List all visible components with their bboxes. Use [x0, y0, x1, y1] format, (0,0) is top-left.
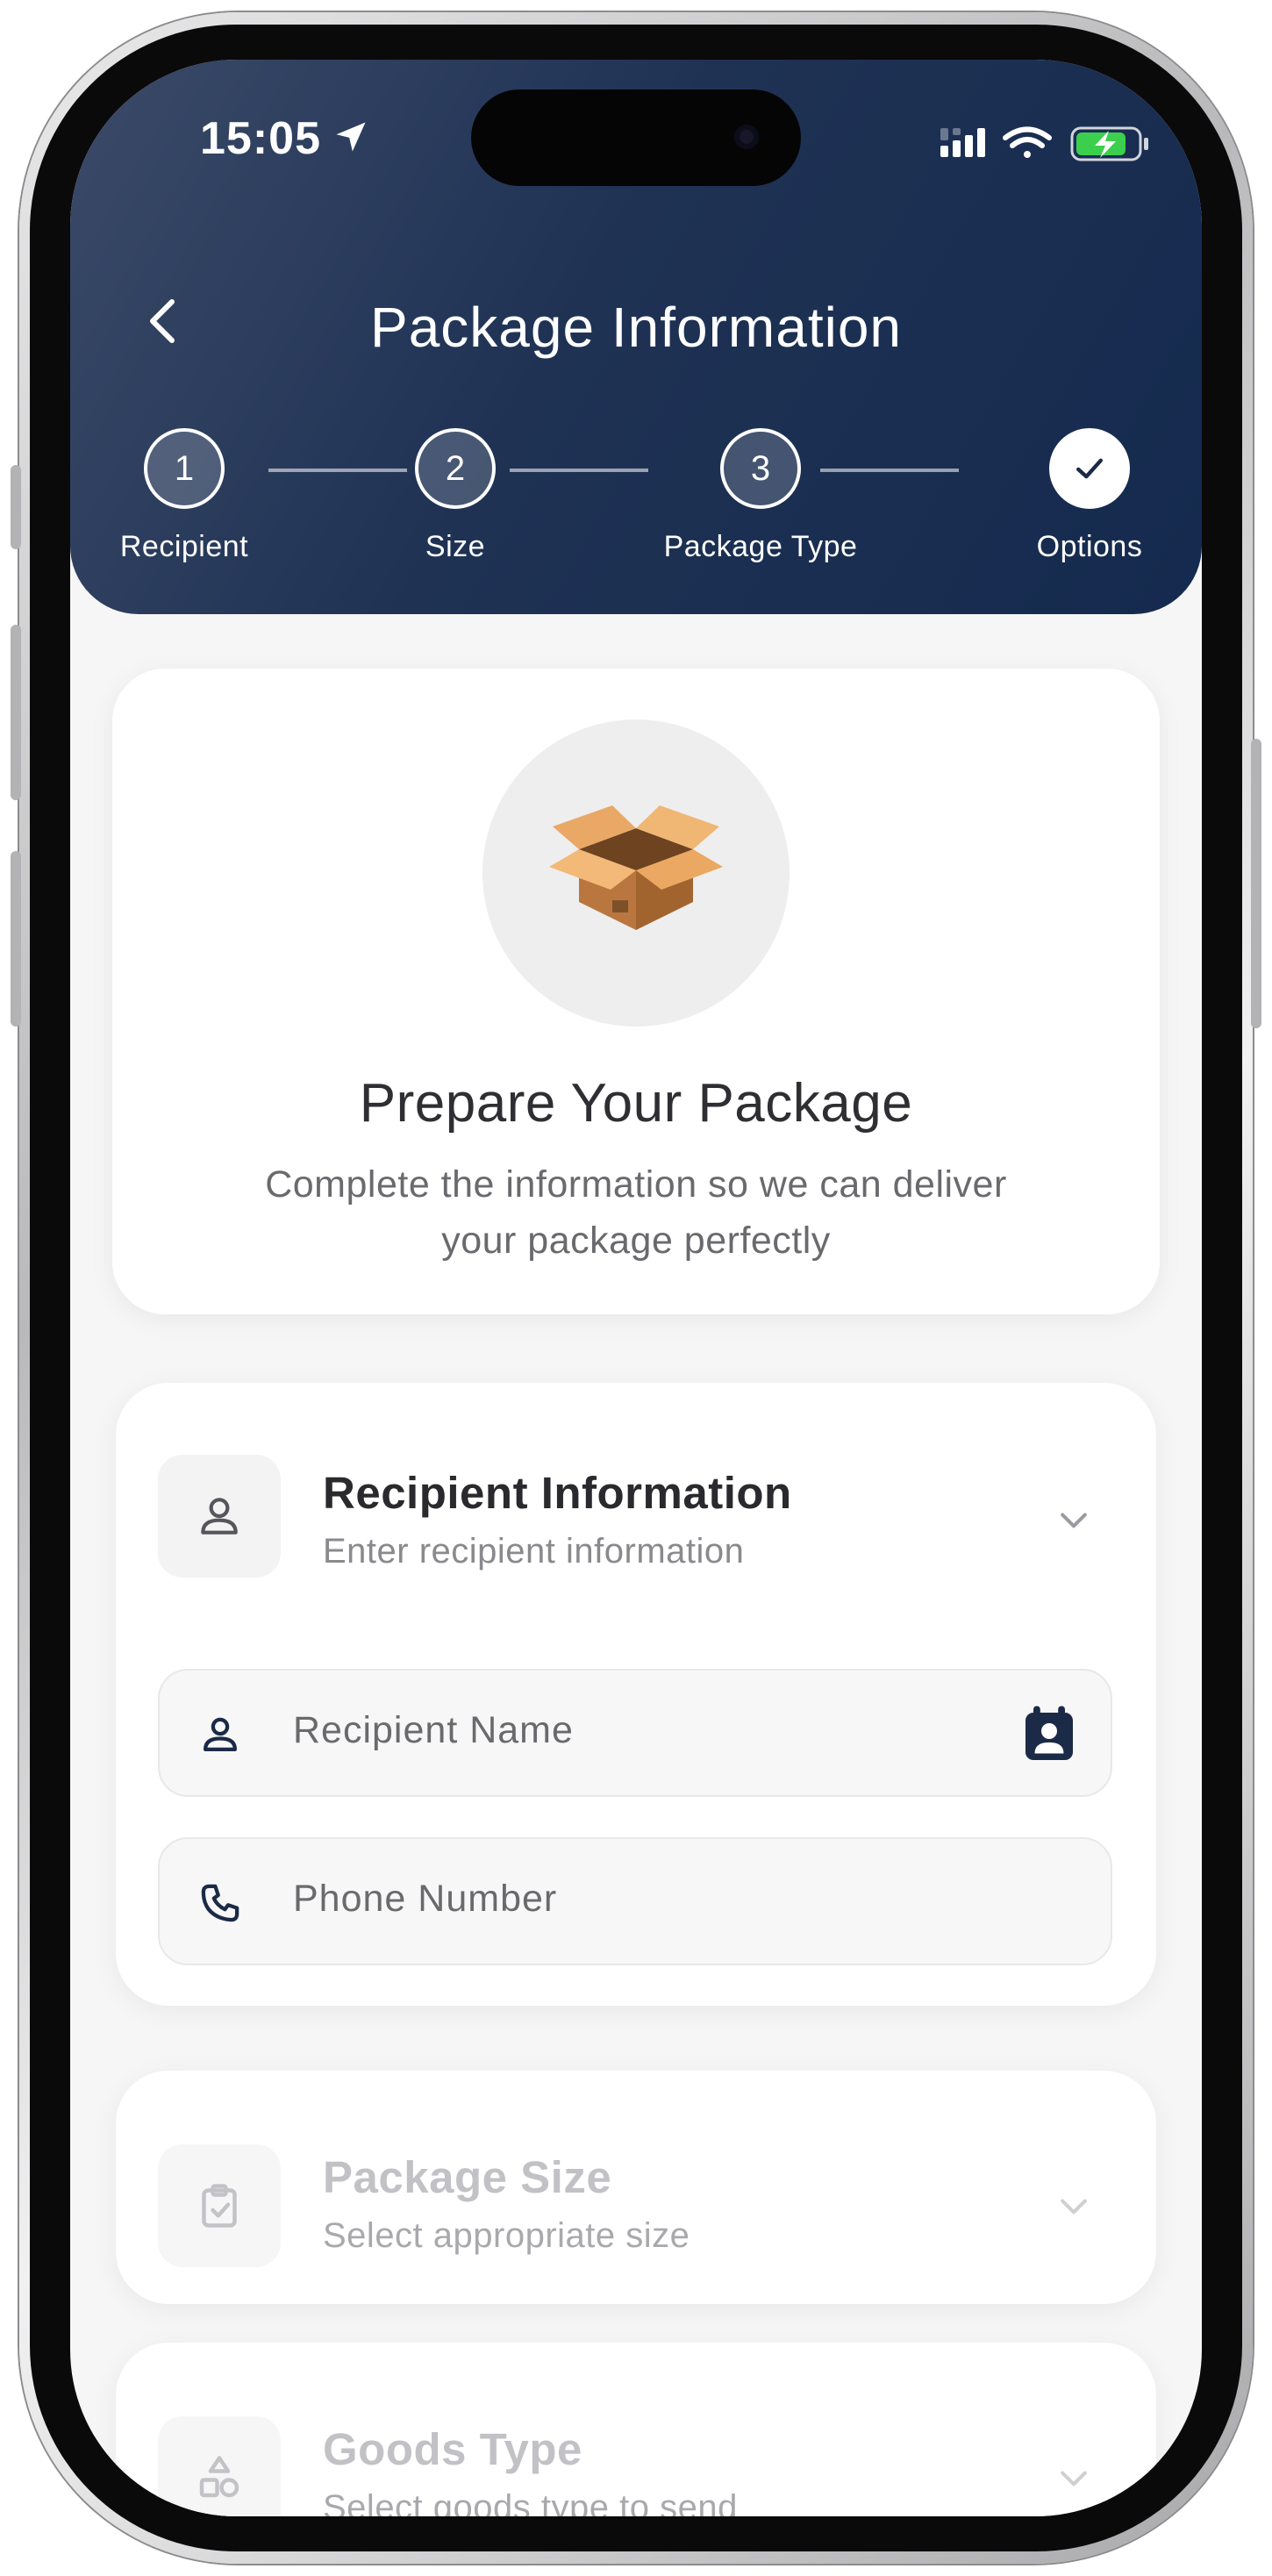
recipient-section-icon — [158, 1455, 281, 1578]
intro-card: Prepare Your Package Complete the inform… — [112, 669, 1160, 1314]
package-box-icon — [549, 805, 723, 930]
recipient-section: Recipient Information Enter recipient in… — [116, 1383, 1156, 2006]
page-title: Package Information — [370, 296, 902, 359]
phone-number-field[interactable]: Phone Number — [158, 1837, 1112, 1965]
step-3-label: Package Type — [663, 530, 858, 563]
step-connector — [510, 469, 648, 472]
step-1-circle[interactable]: 1 — [144, 428, 225, 509]
front-camera — [734, 125, 759, 149]
step-3-circle[interactable]: 3 — [720, 428, 801, 509]
status-time: 15:05 — [200, 113, 321, 164]
package-size-section-icon — [158, 2144, 281, 2267]
step-4-label: Options — [1036, 530, 1143, 563]
intro-subtitle-line2: your package perfectly — [441, 1220, 831, 1262]
person-icon — [203, 1717, 238, 1752]
chevron-down-icon[interactable] — [1054, 1500, 1093, 1539]
intro-subtitle-line1: Complete the information so we can deliv… — [265, 1163, 1007, 1206]
step-2-circle[interactable]: 2 — [415, 428, 496, 509]
chevron-down-icon[interactable] — [1054, 2186, 1093, 2225]
app-screen: 15:05 Package Information 1 2 3 Recipien… — [70, 60, 1202, 2516]
person-icon — [201, 1498, 238, 1535]
recipient-section-title[interactable]: Recipient Information — [323, 1467, 792, 1519]
step-connector — [820, 469, 959, 472]
phone-number-placeholder[interactable]: Phone Number — [293, 1878, 557, 1921]
chevron-down-icon[interactable] — [1054, 2458, 1093, 2497]
goods-type-title: Goods Type — [323, 2424, 582, 2474]
goods-type-section-icon — [158, 2416, 281, 2516]
package-size-subtitle: Select appropriate size — [323, 2216, 690, 2255]
volume-up-button — [11, 625, 21, 800]
step-4-circle[interactable] — [1049, 428, 1130, 509]
shapes-icon — [199, 2456, 239, 2498]
cellular-signal-icon — [940, 128, 985, 157]
volume-down-button — [11, 851, 21, 1027]
dynamic-island — [471, 89, 801, 186]
contact-book-icon[interactable] — [1023, 1704, 1075, 1764]
location-arrow-icon — [336, 122, 366, 152]
step-1-label: Recipient — [119, 530, 249, 563]
intro-subtitle: Complete the information so we can deliv… — [218, 1156, 1054, 1269]
wifi-icon — [1003, 126, 1052, 158]
intro-title: Prepare Your Package — [359, 1073, 913, 1134]
step-connector — [268, 469, 407, 472]
phone-icon — [201, 1884, 239, 1922]
battery-charging-icon — [1070, 126, 1148, 161]
package-size-section[interactable]: Package Size Select appropriate size — [116, 2071, 1156, 2304]
recipient-name-field[interactable]: Recipient Name — [158, 1669, 1112, 1797]
goods-type-subtitle: Select goods type to send — [323, 2488, 738, 2516]
goods-type-section[interactable]: Goods Type Select goods type to send — [116, 2343, 1156, 2516]
recipient-name-placeholder[interactable]: Recipient Name — [293, 1709, 574, 1752]
recipient-section-subtitle: Enter recipient information — [323, 1532, 745, 1571]
check-icon — [1075, 458, 1104, 479]
power-button — [1251, 739, 1261, 1028]
header: 15:05 Package Information 1 2 3 Recipien… — [70, 60, 1202, 614]
step-2-label: Size — [425, 530, 486, 563]
action-button — [11, 465, 21, 549]
clipboard-check-icon — [202, 2184, 237, 2228]
package-size-title: Package Size — [323, 2152, 612, 2202]
status-icons — [940, 126, 1148, 161]
package-icon-circle — [482, 719, 790, 1027]
